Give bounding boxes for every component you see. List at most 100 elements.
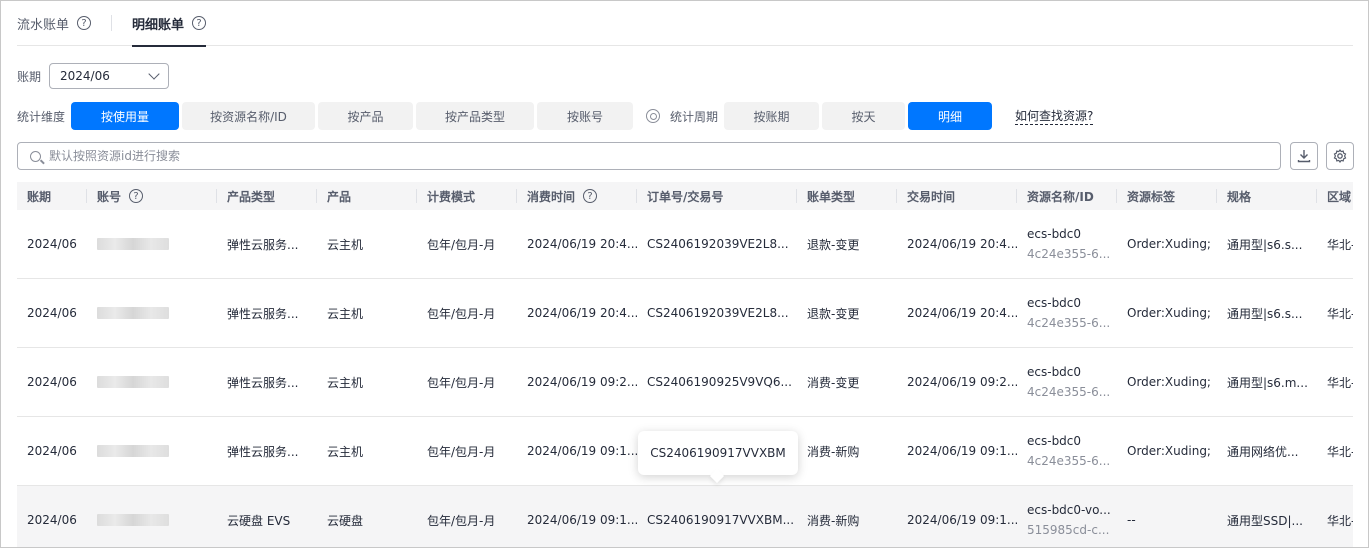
cell-billing: 包年/包月-月 [427,306,496,321]
resource-name[interactable]: ecs-bdc0 [1027,365,1081,379]
cell-order[interactable]: CS2406192039VE2L8... [637,279,797,347]
col-bill-type: 账单类型 [797,182,897,210]
help-icon[interactable]: ? [192,16,207,30]
resource-name[interactable]: ecs-bdc0 [1027,296,1081,310]
resource-id: 515985cd-c... [1027,523,1110,537]
resource-name[interactable]: ecs-bdc0-vo... [1027,503,1111,517]
cell-product-type: 弹性云服务... [227,375,299,390]
table-row[interactable]: 2024/06 弹性云服务... 云主机 包年/包月-月 2024/06/19 20:4… [17,279,1353,348]
cell-trade-time: 2024/06/19 09:1... [907,513,1017,527]
col-product: 产品 [317,182,417,210]
cell-period: 2024/06 [27,306,77,320]
account-redacted [97,376,169,388]
cell-tag: Order:Xuding; [1127,444,1211,458]
cycle-label: 统计周期 [670,109,719,124]
col-resource-name: 资源名称/ID [1017,182,1117,210]
dimension-option-product-type[interactable]: 按产品类型 [416,102,535,130]
period-row: 账期 2024/06 [17,63,170,89]
cell-bill-type: 消费-变更 [807,375,860,390]
cycle-option-detail[interactable]: 明细 [908,102,993,130]
cycle-option-day[interactable]: 按天 [822,102,906,130]
table-row[interactable]: 2024/06 弹性云服务... 云主机 包年/包月-月 2024/06/19 09:2… [17,348,1353,417]
cell-billing: 包年/包月-月 [427,237,496,252]
cell-resource: ecs-bdc0 4c24e355-6... [1017,417,1117,485]
cell-region: 华北- [1327,306,1353,321]
tooltip-text: CS2406190917VVXBM [650,446,786,460]
cell-product-type: 弹性云服务... [227,444,299,459]
cell-tag: Order:Xuding; [1127,375,1211,389]
table-row[interactable]: 2024/06 云硬盘 EVS 云硬盘 包年/包月-月 2024/06/19 09:1.… [17,486,1353,547]
col-billing-mode: 计费模式 [417,182,517,210]
cell-region: 华北- [1327,444,1353,459]
cycle-option-period[interactable]: 按账期 [724,102,820,130]
col-product-type: 产品类型 [217,182,317,210]
cell-bill-type: 退款-变更 [807,306,860,321]
cell-order[interactable]: CS2406190917VVXBM... [637,486,797,547]
cell-tag: Order:Xuding; [1127,237,1211,251]
cell-product-type: 弹性云服务... [227,237,299,252]
dimension-option-product[interactable]: 按产品 [318,102,414,130]
cell-consume-time: 2024/06/19 09:1... [527,513,637,527]
chevron-down-icon [148,68,160,80]
cell-tag: Order:Xuding; [1127,306,1211,320]
tab-flow-bill[interactable]: 流水账单 ? [17,1,92,46]
cell-period: 2024/06 [27,444,77,458]
search-box [17,142,1281,170]
help-icon[interactable]: ? [583,189,598,203]
cell-trade-time: 2024/06/19 20:4... [907,237,1017,251]
cell-consume-time: 2024/06/19 09:1... [527,444,637,458]
detail-bill-table: 账期 账号? 产品类型 产品 计费模式 消费时间? 订单号/交易号 账单类型 交… [17,182,1353,547]
resource-id: 4c24e355-6... [1027,316,1111,330]
cell-product-type: 云硬盘 EVS [227,513,291,528]
cell-trade-time: 2024/06/19 20:4... [907,306,1017,320]
dimension-option-account[interactable]: 按账号 [537,102,634,130]
cell-bill-type: 退款-变更 [807,237,860,252]
help-icon[interactable]: ? [129,189,144,203]
find-resource-link[interactable]: 如何查找资源? [1015,107,1094,125]
cell-spec: 通用网络优... [1227,444,1299,459]
table-header: 账期 账号? 产品类型 产品 计费模式 消费时间? 订单号/交易号 账单类型 交… [17,182,1353,210]
cell-trade-time: 2024/06/19 09:1... [907,444,1017,458]
cell-consume-time: 2024/06/19 20:4... [527,237,637,251]
period-value: 2024/06 [60,69,110,83]
download-button[interactable] [1290,142,1318,170]
cell-consume-time: 2024/06/19 20:4... [527,306,637,320]
dimension-option-resource[interactable]: 按资源名称/ID [182,102,316,130]
col-account: 账号? [87,182,217,210]
dimension-label: 统计维度 [17,109,66,124]
billing-page: 流水账单 ? 明细账单 ? 账期 2024/06 统计维度 按使用量 按资源名称… [0,0,1369,548]
table-settings-button[interactable] [1326,142,1354,170]
cell-order[interactable]: CS2406190925V9VQ6... [637,348,797,416]
cell-trade-time: 2024/06/19 09:2... [907,375,1017,389]
cell-account [87,210,217,278]
period-select[interactable]: 2024/06 [49,63,170,89]
col-resource-tag: 资源标签 [1117,182,1217,210]
tab-detail-bill[interactable]: 明细账单 ? [132,1,207,47]
cell-period: 2024/06 [27,237,77,251]
cell-spec: 通用型|s6.s... [1227,306,1303,321]
cell-product: 云主机 [327,375,364,390]
account-redacted [97,445,169,457]
account-redacted [97,307,169,319]
table-body: 2024/06 弹性云服务... 云主机 包年/包月-月 2024/06/19 20:4… [17,210,1353,547]
cell-account [87,279,217,347]
cell-consume-time: 2024/06/19 09:2... [527,375,637,389]
cell-product: 云主机 [327,237,364,252]
cell-region: 华北- [1327,513,1353,528]
resource-name[interactable]: ecs-bdc0 [1027,227,1081,241]
cell-spec: 通用型|s6.m... [1227,375,1308,390]
table-row[interactable]: 2024/06 弹性云服务... 云主机 包年/包月-月 2024/06/19 20:4… [17,210,1353,279]
resource-name[interactable]: ecs-bdc0 [1027,434,1081,448]
gear-icon [1333,149,1347,163]
cell-bill-type: 消费-新购 [807,444,860,459]
gear-icon[interactable] [646,109,661,123]
cell-billing: 包年/包月-月 [427,444,496,459]
cell-resource: ecs-bdc0-vo... 515985cd-c... [1017,486,1117,547]
resource-id: 4c24e355-6... [1027,454,1111,468]
dimension-option-usage[interactable]: 按使用量 [71,102,180,130]
help-icon[interactable]: ? [77,16,92,30]
cell-order[interactable]: CS2406192039VE2L8... [637,210,797,278]
search-input[interactable] [49,149,1280,163]
col-region: 区域 [1327,189,1352,204]
cell-period: 2024/06 [27,513,77,527]
